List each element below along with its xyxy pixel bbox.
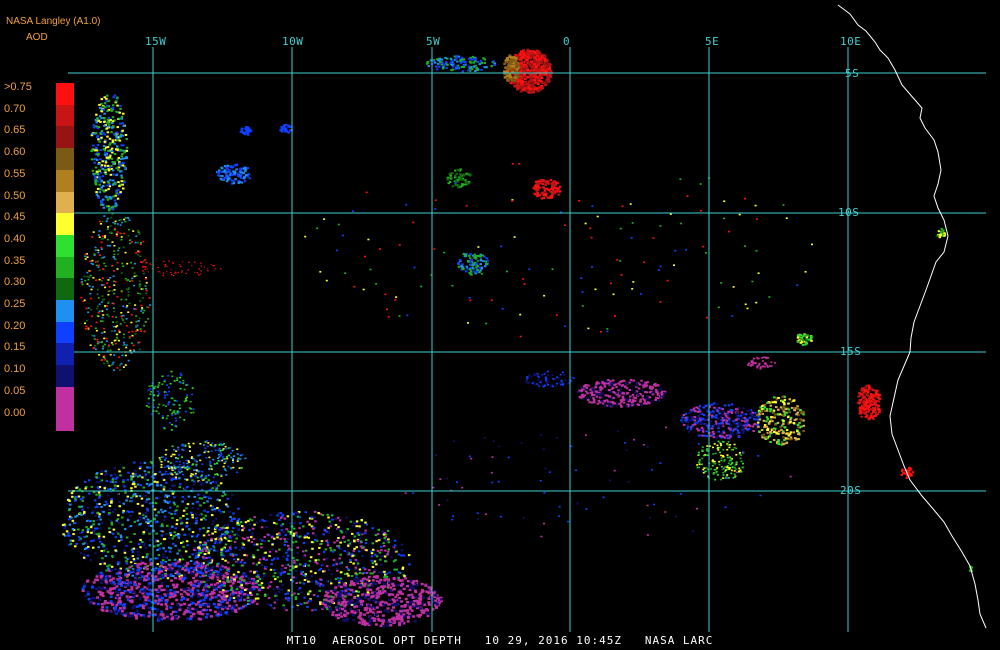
legend-label: 0.45	[4, 211, 26, 224]
lon-label-15w: 15W	[145, 35, 167, 48]
legend-swatch	[56, 213, 74, 236]
legend-swatch	[56, 148, 74, 171]
legend-label: 0.05	[4, 384, 26, 397]
aerosol-map	[0, 0, 1000, 650]
legend-swatch	[56, 126, 74, 149]
lat-label-10s: 10S	[838, 206, 860, 219]
lon-label-10e: 10E	[840, 35, 862, 48]
legend-label: 0.10	[4, 363, 26, 376]
legend-swatch	[56, 191, 74, 214]
legend-swatch	[56, 321, 74, 344]
legend-label: 0.65	[4, 124, 26, 137]
legend-color-bar	[56, 83, 74, 431]
legend-label: 0.35	[4, 254, 26, 267]
legend-label: 0.50	[4, 189, 26, 202]
lon-label-0: 0	[563, 35, 571, 48]
lon-label-5e: 5E	[705, 35, 720, 48]
legend-swatch	[56, 408, 74, 431]
legend-swatch	[56, 278, 74, 301]
legend-swatch	[56, 386, 74, 409]
legend-label: >0.75	[4, 81, 32, 93]
lat-label-15s: 15S	[840, 345, 862, 358]
legend-label: 0.55	[4, 167, 26, 180]
legend-label: 0.00	[4, 406, 26, 419]
legend-swatch	[56, 256, 74, 279]
map-caption: MT10 AEROSOL OPT DEPTH 10 29, 2016 10:45…	[286, 634, 714, 647]
legend-label: 0.30	[4, 276, 26, 289]
lat-label-5s: 5S	[845, 67, 860, 80]
legend-swatch	[56, 104, 74, 127]
legend-swatch	[56, 234, 74, 258]
legend-swatch	[56, 300, 74, 323]
legend-label: 0.15	[4, 341, 26, 354]
legend-swatch	[56, 83, 74, 106]
legend-label: 0.20	[4, 319, 26, 332]
legend-label: 0.60	[4, 146, 26, 159]
legend-label: 0.70	[4, 102, 26, 115]
legend-label: 0.40	[4, 232, 26, 245]
legend-swatch	[56, 343, 74, 366]
legend-swatch	[56, 169, 74, 192]
lon-label-5w: 5W	[426, 35, 441, 48]
product-title: NASA Langley (A1.0)	[6, 16, 101, 27]
legend-swatch	[56, 365, 74, 388]
lon-label-10w: 10W	[282, 35, 304, 48]
legend-label: 0.25	[4, 298, 26, 310]
parameter-label: AOD	[26, 32, 48, 43]
lat-label-20s: 20S	[840, 484, 862, 497]
